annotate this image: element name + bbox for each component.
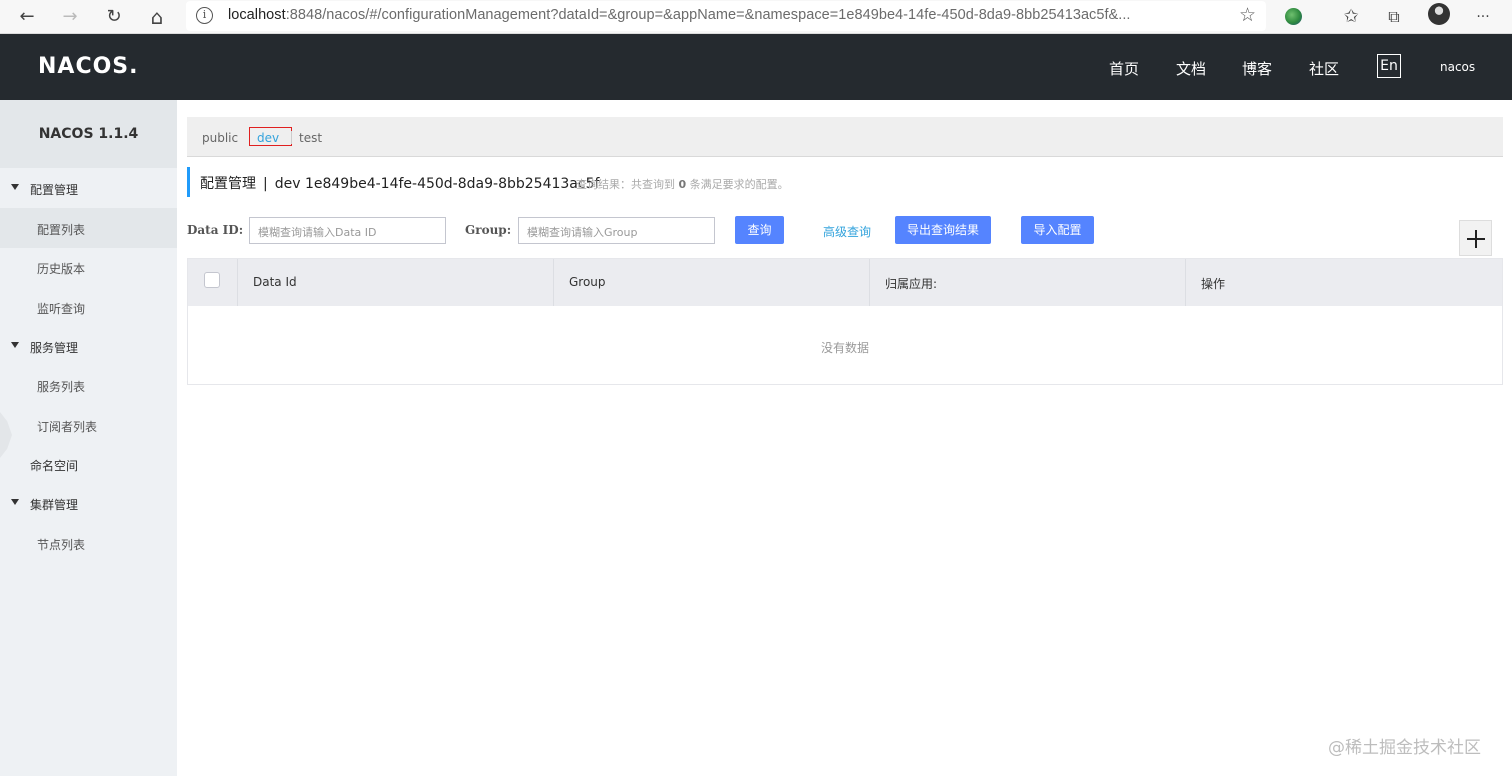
title-separator: |: [263, 176, 268, 192]
advanced-query-link[interactable]: 高级查询: [823, 223, 871, 240]
profile-avatar[interactable]: [1428, 3, 1450, 25]
url-text[interactable]: localhost:8848/nacos/#/configurationMana…: [228, 7, 1131, 23]
home-icon[interactable]: ⌂: [144, 4, 170, 30]
extension-globe-icon[interactable]: [1281, 4, 1307, 30]
back-icon[interactable]: ←: [14, 4, 40, 30]
column-header-app[interactable]: 归属应用:: [869, 259, 1185, 306]
sidebar-item-history[interactable]: 历史版本: [0, 247, 177, 287]
nacos-logo[interactable]: NACOS.: [38, 54, 139, 79]
page-title-text: 配置管理: [200, 176, 256, 192]
sidebar-item-config-list[interactable]: 配置列表: [0, 208, 177, 248]
title-accent-bar: [187, 167, 190, 197]
data-id-input[interactable]: 模糊查询请输入Data ID: [249, 217, 446, 244]
column-header-group[interactable]: Group: [553, 259, 869, 306]
nav-blog[interactable]: 博客: [1242, 58, 1272, 79]
nav-docs[interactable]: 文档: [1176, 58, 1206, 79]
browser-toolbar: ← → ↻ ⌂ i localhost:8848/nacos/#/configu…: [0, 0, 1512, 34]
config-table: Data Id Group 归属应用: 操作 没有数据: [187, 258, 1503, 385]
sidebar-item-label: 配置列表: [37, 223, 86, 237]
app-header: NACOS. 首页 文档 博客 社区 En nacos: [0, 34, 1512, 100]
export-query-results-button[interactable]: 导出查询结果: [895, 216, 991, 244]
data-id-label: Data ID:: [187, 223, 244, 237]
sidebar-header: NACOS 1.1.4: [0, 100, 177, 168]
title-namespace-id: 1e849be4-14fe-450d-8da9-8bb25413ac5f: [304, 176, 600, 192]
column-label: 归属应用:: [885, 277, 938, 291]
query-result-prefix: 查询结果：共查询到: [576, 178, 675, 191]
url-host: localhost: [228, 7, 286, 23]
query-result-text: 查询结果：共查询到 0 条满足要求的配置。: [576, 176, 789, 192]
address-bar[interactable]: i localhost:8848/nacos/#/configurationMa…: [186, 1, 1266, 31]
sidebar-item-label: 服务列表: [37, 380, 86, 394]
menu-group-label: 配置管理: [30, 183, 79, 197]
favorite-star-icon[interactable]: ☆: [1239, 4, 1256, 26]
watermark: @稀土掘金技术社区: [1328, 738, 1481, 758]
user-name[interactable]: nacos: [1440, 60, 1475, 74]
namespace-test[interactable]: test: [299, 131, 322, 145]
refresh-icon[interactable]: ↻: [101, 4, 127, 30]
nav-home[interactable]: 首页: [1109, 58, 1139, 79]
language-toggle[interactable]: En: [1377, 54, 1401, 78]
group-label: Group:: [465, 223, 512, 237]
caret-down-icon: [11, 184, 19, 190]
table-header: Data Id Group 归属应用: 操作: [188, 259, 1502, 306]
sidebar-item-label: 命名空间: [30, 459, 79, 473]
sidebar-title: NACOS 1.1.4: [38, 126, 139, 142]
url-path: :8848/nacos/#/configurationManagement?da…: [285, 7, 1131, 23]
namespace-divider: [291, 131, 292, 144]
sidebar-item-namespace[interactable]: 命名空间: [0, 449, 177, 479]
caret-down-icon: [11, 499, 19, 505]
column-header-data-id[interactable]: Data Id: [237, 259, 553, 306]
column-label: 操作: [1201, 277, 1226, 291]
add-config-button[interactable]: [1459, 220, 1492, 256]
menu-group-label: 集群管理: [30, 498, 79, 512]
search-button[interactable]: 查询: [735, 216, 784, 244]
sidebar-item-service-list[interactable]: 服务列表: [0, 365, 177, 405]
sidebar-item-label: 节点列表: [37, 538, 86, 552]
sidebar-item-label: 监听查询: [37, 302, 86, 316]
forward-icon[interactable]: →: [57, 4, 83, 30]
info-icon[interactable]: i: [196, 7, 213, 24]
column-header-actions: 操作: [1185, 259, 1502, 306]
query-result-suffix: 条满足要求的配置。: [689, 178, 789, 191]
namespace-public[interactable]: public: [202, 131, 238, 145]
collections-icon[interactable]: ⧉: [1381, 4, 1407, 30]
column-label: Data Id: [253, 275, 297, 289]
select-all-checkbox[interactable]: [204, 272, 220, 288]
query-result-count: 0: [678, 178, 687, 191]
menu-group-cluster[interactable]: 集群管理: [0, 488, 177, 518]
sidebar-item-subscriber-list[interactable]: 订阅者列表: [0, 405, 177, 445]
plus-icon-vertical: [1475, 230, 1477, 248]
title-namespace-name: dev: [274, 176, 301, 192]
sidebar-item-label: 订阅者列表: [37, 420, 98, 434]
sidebar-item-label: 历史版本: [37, 262, 86, 276]
namespace-selection-highlight: [249, 127, 292, 146]
nav-community[interactable]: 社区: [1309, 58, 1339, 79]
favorites-icon[interactable]: ✩: [1338, 4, 1364, 30]
sidebar-item-node-list[interactable]: 节点列表: [0, 523, 177, 563]
column-label: Group: [569, 275, 606, 289]
table-empty-text: 没有数据: [820, 341, 869, 355]
group-input[interactable]: 模糊查询请输入Group: [518, 217, 715, 244]
page-title: 配置管理 | dev 1e849be4-14fe-450d-8da9-8bb2541…: [200, 173, 599, 193]
sidebar-item-listener-query[interactable]: 监听查询: [0, 287, 177, 327]
namespace-bar: public dev test: [187, 117, 1503, 157]
import-config-button[interactable]: 导入配置: [1021, 216, 1094, 244]
menu-group-config[interactable]: 配置管理: [0, 173, 177, 203]
menu-group-service[interactable]: 服务管理: [0, 331, 177, 361]
more-icon[interactable]: ···: [1470, 4, 1496, 30]
caret-down-icon: [11, 342, 19, 348]
sidebar: NACOS 1.1.4 配置管理 配置列表 历史版本 监听查询 服务管理 服务列…: [0, 100, 177, 776]
menu-group-label: 服务管理: [30, 341, 79, 355]
